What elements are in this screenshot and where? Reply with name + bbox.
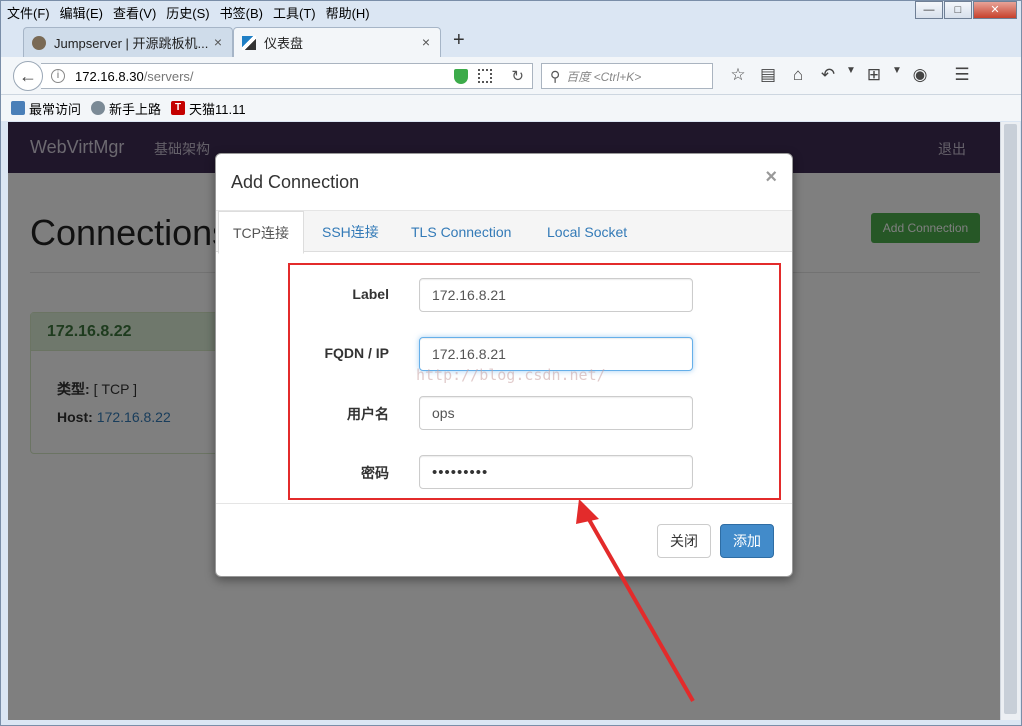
window-controls: — □ ✕ — [914, 1, 1017, 19]
search-placeholder: 百度 <Ctrl+K> — [566, 69, 642, 84]
site-info-icon[interactable]: i — [51, 69, 65, 83]
menu-bar: 文件(F) 编辑(E) 查看(V) 历史(S) 书签(B) 工具(T) 帮助(H… — [1, 1, 1021, 23]
globe-icon — [91, 101, 106, 115]
window-close-button[interactable]: ✕ — [973, 1, 1017, 19]
bookmark-label: 天猫11.11 — [189, 101, 246, 117]
tmall-icon: T — [171, 101, 186, 115]
bookmark-getting-started[interactable]: 新手上路 — [91, 99, 161, 118]
shield-icon[interactable] — [454, 69, 468, 84]
tab-jumpserver[interactable]: Jumpserver | 开源跳板机... × — [23, 27, 233, 57]
url-host: 172.16.8.30 — [75, 68, 144, 84]
tab-label: Jumpserver | 开源跳板机... — [54, 36, 209, 51]
dropdown-icon[interactable]: ▼ — [843, 65, 859, 85]
menu-help[interactable]: 帮助(H) — [326, 3, 370, 22]
bookmark-label: 新手上路 — [109, 101, 162, 117]
menu-view[interactable]: 查看(V) — [113, 3, 156, 22]
tab-close-icon[interactable]: × — [214, 34, 222, 50]
tab-local-socket[interactable]: Local Socket — [547, 211, 627, 253]
menu-bookmarks[interactable]: 书签(B) — [220, 3, 263, 22]
dropdown-icon[interactable]: ▼ — [889, 65, 905, 85]
tab-dashboard[interactable]: 仪表盘 × — [233, 27, 441, 57]
browser-window: 文件(F) 编辑(E) 查看(V) 历史(S) 书签(B) 工具(T) 帮助(H… — [0, 0, 1022, 726]
bookmark-star-icon[interactable]: ☆ — [723, 65, 753, 85]
jumpserver-favicon-icon — [32, 35, 46, 50]
reading-list-icon[interactable]: ▤ — [753, 65, 783, 85]
tab-ssh[interactable]: SSH连接 — [322, 211, 379, 253]
bookmark-label: 最常访问 — [29, 101, 82, 117]
tab-label: 仪表盘 — [264, 36, 304, 51]
dashboard-favicon-icon — [242, 35, 256, 50]
menu-history[interactable]: 历史(S) — [166, 3, 209, 22]
connection-type-tabs: TCP连接 SSH连接 TLS Connection Local Socket — [216, 210, 792, 254]
tab-tcp[interactable]: TCP连接 — [218, 211, 304, 254]
address-bar[interactable]: i 172.16.8.30/servers/ ↻ — [41, 63, 533, 89]
page-scrollbar[interactable] — [1000, 122, 1020, 720]
menu-tools[interactable]: 工具(T) — [273, 3, 316, 22]
chat-icon[interactable]: ◉ — [905, 65, 935, 85]
most-visited-icon — [11, 101, 25, 115]
minimize-button[interactable]: — — [915, 1, 943, 19]
modal-title: Add Connection — [231, 172, 360, 192]
add-button[interactable]: 添加 — [720, 524, 774, 558]
bookmark-most-visited[interactable]: 最常访问 — [11, 99, 81, 118]
reload-icon[interactable]: ↻ — [511, 67, 524, 85]
modal-close-icon[interactable]: × — [765, 166, 777, 189]
home-icon[interactable]: ⌂ — [783, 65, 813, 85]
tab-close-icon[interactable]: × — [422, 34, 430, 50]
hamburger-menu-icon[interactable]: ☰ — [947, 65, 977, 85]
add-connection-modal: Add Connection × TCP连接 SSH连接 TLS Connect… — [215, 153, 793, 577]
close-button[interactable]: 关闭 — [657, 524, 711, 558]
back-button[interactable]: ← — [13, 61, 43, 91]
menu-file[interactable]: 文件(F) — [7, 3, 50, 22]
modal-footer-divider — [216, 503, 792, 504]
maximize-button[interactable]: □ — [944, 1, 972, 19]
menu-edit[interactable]: 编辑(E) — [60, 3, 103, 22]
undo-icon[interactable]: ↶ — [813, 65, 843, 85]
qr-code-icon[interactable] — [478, 69, 492, 83]
toolbar: ☆ ▤ ⌂ ↶ ▼ ⊞ ▼ ◉ ☰ — [723, 65, 977, 85]
new-tab-button[interactable]: + — [453, 29, 465, 52]
crop-icon[interactable]: ⊞ — [859, 65, 889, 85]
search-icon: ⚲ — [550, 67, 561, 84]
tab-tls[interactable]: TLS Connection — [411, 211, 511, 253]
bookmarks-bar: 最常访问 新手上路 T 天猫11.11 — [1, 95, 1021, 121]
search-input[interactable]: ⚲ 百度 <Ctrl+K> — [541, 63, 713, 89]
navigation-bar: i 172.16.8.30/servers/ ↻ ← ⚲ 百度 <Ctrl+K>… — [1, 57, 1021, 95]
annotation-highlight-box — [288, 263, 781, 500]
url-path: /servers/ — [143, 68, 194, 84]
tab-bar: Jumpserver | 开源跳板机... × 仪表盘 × + — [1, 27, 1021, 57]
scrollbar-thumb[interactable] — [1004, 124, 1017, 714]
bookmark-tmall[interactable]: T 天猫11.11 — [171, 99, 246, 118]
